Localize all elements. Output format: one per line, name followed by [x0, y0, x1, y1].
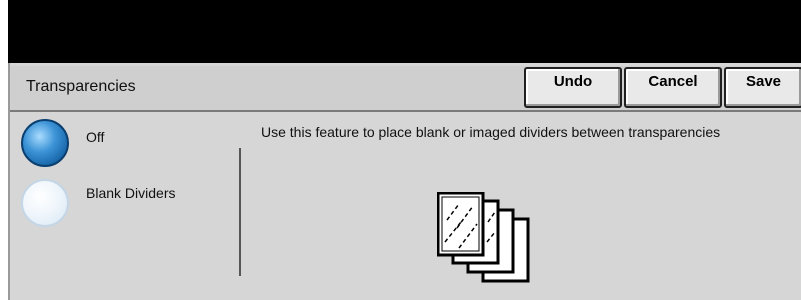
cancel-button[interactable]: Cancel: [624, 67, 722, 108]
undo-button[interactable]: Undo: [524, 67, 622, 108]
column-divider: [239, 148, 241, 276]
radio-blank-dividers[interactable]: [21, 179, 69, 227]
option-label-blank-dividers: Blank Dividers: [86, 185, 176, 201]
feature-content: Off Blank Dividers Use this feature to p…: [10, 112, 801, 300]
radio-off[interactable]: [21, 119, 69, 167]
header-bar: [8, 0, 801, 63]
page-title: Transparencies: [26, 78, 136, 95]
feature-description: Use this feature to place blank or image…: [261, 124, 721, 140]
option-label-off: Off: [86, 129, 105, 145]
transparencies-with-dividers-icon: [437, 192, 530, 283]
save-button[interactable]: Save: [724, 67, 801, 108]
title-bar: Transparencies Undo Cancel Save: [10, 66, 801, 112]
